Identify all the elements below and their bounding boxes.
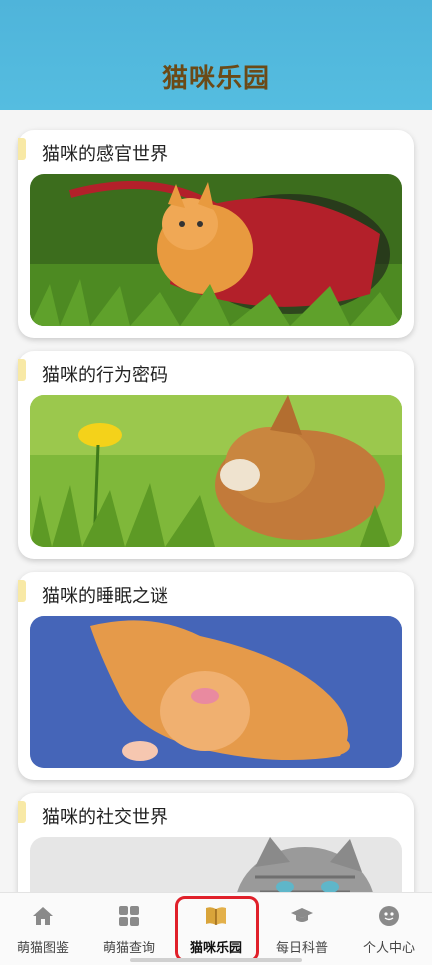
grid-icon xyxy=(118,905,140,927)
graduation-cap-icon xyxy=(291,905,313,927)
tab-profile[interactable]: 个人中心 xyxy=(346,893,432,965)
card-accent-bar xyxy=(18,359,26,381)
article-card-social[interactable]: 猫咪的社交世界 xyxy=(18,793,414,892)
card-image-sleeping-kitten[interactable] xyxy=(30,616,402,768)
tab-label: 萌猫图鉴 xyxy=(16,941,69,956)
home-indicator xyxy=(130,958,302,962)
tab-daily-science[interactable]: 每日科普 xyxy=(259,893,345,965)
header-bar: 猫咪乐园 xyxy=(0,0,432,110)
book-icon xyxy=(205,905,227,927)
card-image-cat-dandelion[interactable] xyxy=(30,395,402,547)
tab-cat-search[interactable]: 萌猫查询 xyxy=(86,893,172,965)
card-list[interactable]: 猫咪的感官世界 猫咪的行为密码 猫咪的睡眠之谜 猫咪的社交世界 xyxy=(0,110,432,892)
card-title: 猫咪的行为密码 xyxy=(42,365,168,386)
tab-label: 猫咪乐园 xyxy=(189,941,242,956)
card-title: 猫咪的社交世界 xyxy=(42,807,168,828)
card-accent-bar xyxy=(18,801,26,823)
bottom-tab-bar: 萌猫图鉴 萌猫查询 猫咪乐园 每日科普 个人中心 xyxy=(0,892,432,965)
tab-cat-park[interactable]: 猫咪乐园 xyxy=(173,893,259,965)
article-card-behavior[interactable]: 猫咪的行为密码 xyxy=(18,351,414,559)
face-icon xyxy=(378,905,400,927)
page-title: 猫咪乐园 xyxy=(161,64,270,94)
card-title: 猫咪的睡眠之谜 xyxy=(42,586,168,607)
tab-label: 萌猫查询 xyxy=(102,941,155,956)
tab-label: 个人中心 xyxy=(362,941,415,956)
tab-label: 每日科普 xyxy=(275,941,328,956)
article-card-sensory[interactable]: 猫咪的感官世界 xyxy=(18,130,414,338)
card-accent-bar xyxy=(18,138,26,160)
article-card-sleep[interactable]: 猫咪的睡眠之谜 xyxy=(18,572,414,780)
home-icon xyxy=(32,905,54,927)
card-accent-bar xyxy=(18,580,26,602)
card-title: 猫咪的感官世界 xyxy=(42,144,168,165)
tab-cat-gallery[interactable]: 萌猫图鉴 xyxy=(0,893,86,965)
card-image-tabby-kitten[interactable] xyxy=(30,837,402,892)
card-image-kitten-basket[interactable] xyxy=(30,174,402,326)
